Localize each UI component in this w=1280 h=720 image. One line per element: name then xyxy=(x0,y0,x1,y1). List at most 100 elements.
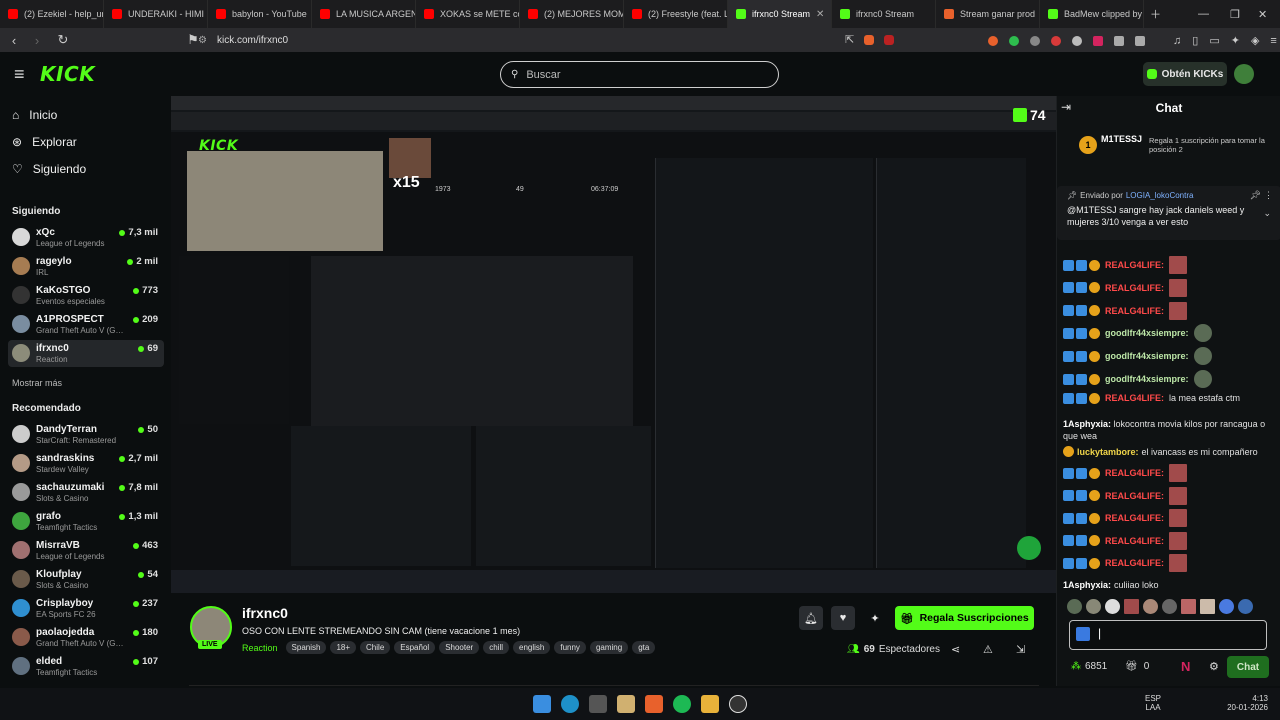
video-player[interactable]: 74 KICK x15 1973 49 06:37:09 xyxy=(171,96,1056,593)
extension-icon[interactable] xyxy=(1093,35,1103,46)
extension-icon[interactable] xyxy=(1051,35,1061,46)
sidebar-channel[interactable]: DandyTerran StarCraft: Remastered 50 xyxy=(8,421,164,448)
follow-button[interactable]: ♥ xyxy=(831,606,855,630)
extension-icon[interactable] xyxy=(1072,35,1082,46)
language-indicator[interactable]: ESP LAA xyxy=(1145,694,1161,712)
emote-icon[interactable] xyxy=(1143,599,1158,614)
browser-tab[interactable]: (2) Ezekiel - help_urge xyxy=(0,0,104,28)
url-field[interactable]: ⚙ kick.com/ifrxnc0 xyxy=(198,30,912,50)
chat-username[interactable]: 1Asphyxia: xyxy=(1063,580,1111,590)
notification-bell-button[interactable]: 🔔︎ xyxy=(799,606,823,630)
stream-tag[interactable]: Spanish xyxy=(285,641,327,654)
search-input[interactable]: ⚲ Buscar xyxy=(500,61,779,88)
obs-studio-icon[interactable] xyxy=(729,695,747,713)
stream-tag[interactable]: 18+ xyxy=(330,641,357,654)
hamburger-menu-icon[interactable]: ≡ xyxy=(14,64,25,85)
spotify-icon[interactable] xyxy=(673,695,691,713)
chat-username[interactable]: REALG4LIFE: xyxy=(1105,536,1164,546)
leo-ai-icon[interactable]: ✦ xyxy=(1231,34,1240,47)
sidebar-channel[interactable]: ifrxnc0 Reaction 69 xyxy=(8,340,164,367)
stream-tag[interactable]: Español xyxy=(394,641,436,654)
reload-icon[interactable]: ↻ xyxy=(54,32,72,48)
chat-input[interactable]: | xyxy=(1069,620,1267,650)
music-icon[interactable]: ♫ xyxy=(1173,35,1181,47)
sidebar-channel[interactable]: rageylo IRL 2 mil xyxy=(8,253,164,280)
extension-icon[interactable] xyxy=(1009,35,1019,46)
sidebar-channel[interactable]: MisrraVB League of Legends 463 xyxy=(8,537,164,564)
theater-mode-icon[interactable]: ⇲ xyxy=(1016,643,1025,656)
chat-username[interactable]: goodlfr44xsiempre: xyxy=(1105,374,1189,384)
emote-icon[interactable] xyxy=(1162,599,1177,614)
unpin-icon[interactable]: 📌︎ xyxy=(1250,190,1261,201)
brave-icon[interactable] xyxy=(645,695,663,713)
channel-points[interactable]: ⁂ 6851 xyxy=(1071,661,1107,672)
show-more-link[interactable]: Mostrar más xyxy=(12,378,62,388)
send-chat-button[interactable]: Chat xyxy=(1227,656,1269,678)
forward-icon[interactable]: › xyxy=(28,33,46,48)
close-window-button[interactable]: ✕ xyxy=(1258,0,1267,28)
sidebar-channel[interactable]: elded Teamfight Tactics 107 xyxy=(8,653,164,680)
browser-tab[interactable]: UNDERAIKI - HIMI ( xyxy=(104,0,208,28)
share-icon[interactable]: ⇱ xyxy=(845,33,854,46)
edge-icon[interactable] xyxy=(561,695,579,713)
browser-tab[interactable]: XOKAS se METE con xyxy=(416,0,520,28)
chat-username[interactable]: REALG4LIFE: xyxy=(1105,491,1164,501)
stream-tag[interactable]: gta xyxy=(632,641,656,654)
sidebar-channel[interactable]: Crisplayboy EA Sports FC 26 237 xyxy=(8,595,164,622)
sidebar-channel[interactable]: sandraskins Stardew Valley 2,7 mil xyxy=(8,450,164,477)
emote-icon[interactable] xyxy=(1219,599,1234,614)
extension-icon[interactable] xyxy=(1114,35,1124,46)
chat-username[interactable]: REALG4LIFE: xyxy=(1105,306,1164,316)
sidebar-toggle-icon[interactable]: ▯ xyxy=(1192,34,1198,47)
nav-siguiendo[interactable]: ♡ Siguiendo xyxy=(12,162,86,176)
chat-username[interactable]: goodlfr44xsiempre: xyxy=(1105,328,1189,338)
sidebar-channel[interactable]: Kloufplay Slots & Casino 54 xyxy=(8,566,164,593)
extension-icon[interactable] xyxy=(1030,35,1040,46)
sidebar-channel[interactable]: grafo Teamfight Tactics 1,3 mil xyxy=(8,508,164,535)
chat-username[interactable]: goodlfr44xsiempre: xyxy=(1105,351,1189,361)
gift-subs-button[interactable]: 🎁︎ Regala Suscripciones xyxy=(895,606,1034,630)
extensions-icon[interactable] xyxy=(1135,35,1145,46)
emote-icon[interactable] xyxy=(1105,599,1120,614)
store-icon[interactable] xyxy=(617,695,635,713)
browser-tab[interactable]: BadMew clipped by xyxy=(1040,0,1144,28)
menu-icon[interactable]: ≡ xyxy=(1270,35,1276,47)
browser-tab[interactable]: (2) MEJORES MOME xyxy=(520,0,624,28)
stream-tag[interactable]: funny xyxy=(554,641,586,654)
vpn-icon[interactable]: ◈ xyxy=(1251,34,1259,47)
kick-logo[interactable]: KICK xyxy=(40,62,95,86)
stream-tag[interactable]: Chile xyxy=(360,641,391,654)
browser-tab[interactable]: babylon - YouTube xyxy=(208,0,312,28)
browser-tab[interactable]: LA MUSICA ARGEN xyxy=(312,0,416,28)
site-settings-icon[interactable]: ⚙ xyxy=(198,35,207,46)
brave-rewards-icon[interactable] xyxy=(884,34,895,45)
user-avatar[interactable] xyxy=(1234,64,1254,84)
browser-tab[interactable]: ifrxnc0 Stream ✕ xyxy=(728,0,832,28)
stream-tag[interactable]: Shooter xyxy=(439,641,480,654)
sidebar-channel[interactable]: paolaojedda Grand Theft Auto V (G… 180 xyxy=(8,624,164,651)
extension-icon[interactable] xyxy=(988,35,998,46)
minimize-button[interactable]: — xyxy=(1198,0,1209,28)
obs-icon[interactable] xyxy=(589,695,607,713)
close-tab-icon[interactable]: ✕ xyxy=(816,9,824,20)
browser-tab[interactable]: ifrxnc0 Stream xyxy=(832,0,936,28)
browser-tab[interactable]: (2) Freestyle (feat. L xyxy=(624,0,728,28)
brave-shield-icon[interactable] xyxy=(864,34,875,45)
new-tab-button[interactable]: ＋ xyxy=(1150,0,1161,28)
gifts-count[interactable]: 🎁︎ 0 xyxy=(1125,661,1149,672)
sidebar-channel[interactable]: xQc League of Legends 7,3 mil xyxy=(8,224,164,251)
report-icon[interactable]: ⚠ xyxy=(983,643,993,656)
chat-username[interactable]: REALG4LIFE: xyxy=(1105,468,1164,478)
chat-username[interactable]: REALG4LIFE: xyxy=(1105,558,1164,568)
chat-username[interactable]: REALG4LIFE: xyxy=(1105,283,1164,293)
back-icon[interactable]: ‹ xyxy=(5,33,23,48)
gift-prompt[interactable]: Regala 1 suscripción para tomar la posic… xyxy=(1149,136,1274,154)
more-options-icon[interactable]: ⋮ xyxy=(1264,190,1273,201)
emote-picker-icon[interactable] xyxy=(1076,627,1090,641)
emote-icon[interactable] xyxy=(1086,599,1101,614)
sparkle-button[interactable]: ✦ xyxy=(863,606,887,630)
nav-explorar[interactable]: ⊛ Explorar xyxy=(12,135,77,149)
sidebar-channel[interactable]: KaKoSTGO Eventos especiales 773 xyxy=(8,282,164,309)
wallet-icon[interactable]: ▭ xyxy=(1209,34,1219,47)
emote-icon[interactable] xyxy=(1238,599,1253,614)
